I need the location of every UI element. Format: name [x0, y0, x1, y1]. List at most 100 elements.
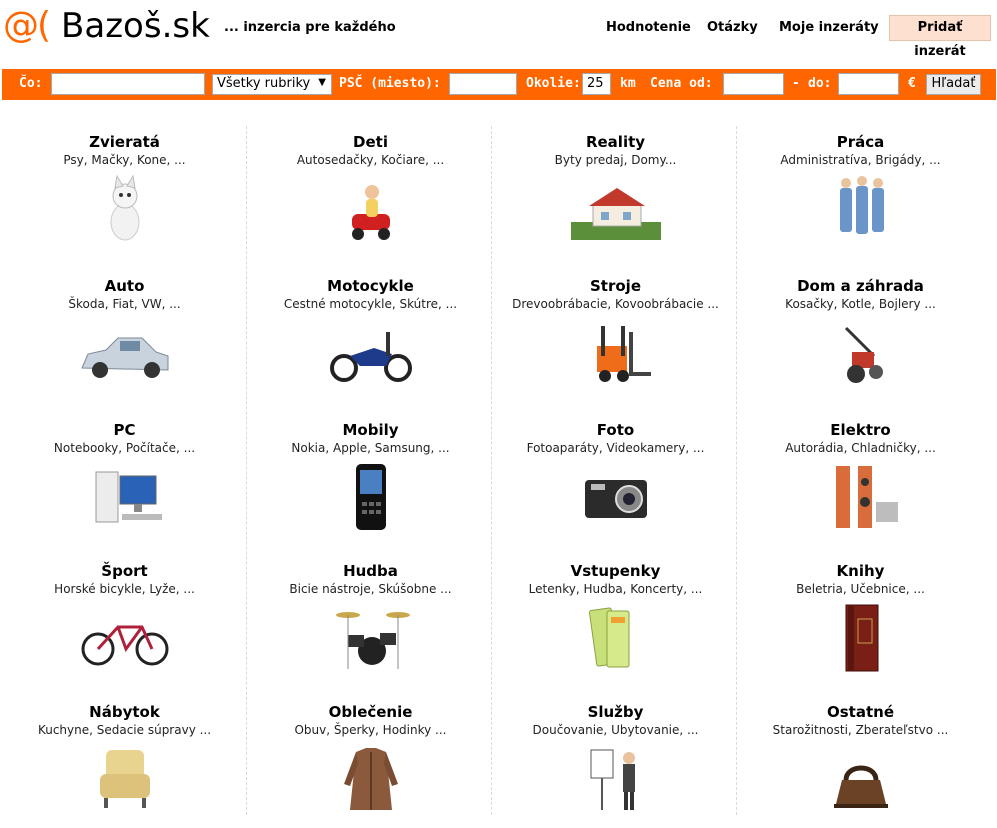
tiller-icon[interactable]	[816, 318, 906, 390]
drums-icon[interactable]	[326, 603, 416, 675]
category-title[interactable]: Oblečenie	[248, 702, 493, 722]
category-title[interactable]: Deti	[248, 132, 493, 152]
logo-mark: @(	[3, 5, 51, 46]
forklift-icon[interactable]	[571, 318, 661, 390]
category-title[interactable]: Motocykle	[248, 276, 493, 296]
category-title[interactable]: Ostatné	[738, 702, 983, 722]
computer-icon[interactable]	[80, 462, 170, 534]
tagline: ... inzercia pre každého	[224, 20, 396, 35]
category-mobily[interactable]: Mobily Nokia, Apple, Samsung, ...	[248, 406, 493, 546]
category-sluzby[interactable]: Služby Doučovanie, Ubytovanie, ...	[493, 688, 738, 828]
category-hudba[interactable]: Hudba Bicie nástroje, Skúšobne ...	[248, 547, 493, 687]
search-button[interactable]: Hľadať	[926, 74, 981, 95]
category-praca[interactable]: Práca Administratíva, Brigády, ...	[738, 118, 983, 258]
search-bar: Čo: Všetky rubriky ▼ PSČ (miesto): Okoli…	[2, 69, 996, 100]
category-title[interactable]: Hudba	[248, 561, 493, 581]
category-foto[interactable]: Foto Fotoaparáty, Videokamery, ...	[493, 406, 738, 546]
category-title[interactable]: Šport	[2, 561, 247, 581]
book-icon[interactable]	[816, 603, 906, 675]
add-listing-button[interactable]: Pridať inzerát	[889, 15, 991, 59]
logo-text: Bazoš.sk	[61, 6, 210, 46]
category-title[interactable]: Elektro	[738, 420, 983, 440]
category-title[interactable]: Auto	[2, 276, 247, 296]
presenter-icon[interactable]	[571, 744, 661, 816]
house-icon[interactable]	[570, 174, 661, 246]
nav-hodnotenie[interactable]: Hodnotenie	[606, 20, 691, 35]
category-pc[interactable]: PC Notebooky, Počítače, ...	[2, 406, 247, 546]
category-subtitle: Autorádia, Chladničky, ...	[785, 441, 936, 455]
category-subtitle: Autosedačky, Kočiare, ...	[296, 153, 445, 167]
category-title[interactable]: Vstupenky	[493, 561, 738, 581]
category-title[interactable]: Foto	[493, 420, 738, 440]
category-reality[interactable]: Reality Byty predaj, Domy...	[493, 118, 738, 258]
category-dom-a-zahrada[interactable]: Dom a záhrada Kosačky, Kotle, Bojlery ..…	[738, 262, 983, 402]
category-subtitle: Nokia, Apple, Samsung, ...	[291, 441, 450, 455]
car-icon[interactable]	[80, 318, 170, 390]
category-title[interactable]: Služby	[493, 702, 738, 722]
category-title[interactable]: Reality	[493, 132, 738, 152]
category-subtitle: Administratíva, Brigády, ...	[780, 153, 941, 167]
radius-label: Okolie:	[526, 76, 581, 91]
category-knihy[interactable]: Knihy Beletria, Učebnice, ...	[738, 547, 983, 687]
nav-moje-inzeraty[interactable]: Moje inzeráty	[779, 20, 879, 35]
category-motocykle[interactable]: Motocykle Cestné motocykle, Skútre, ...	[248, 262, 493, 402]
header: @( Bazoš.sk ... inzercia pre každého Hod…	[0, 0, 997, 60]
category-auto[interactable]: Auto Škoda, Fiat, VW, ...	[2, 262, 247, 402]
price-to-input[interactable]	[838, 73, 899, 95]
category-title[interactable]: Zvieratá	[2, 132, 247, 152]
camera-icon[interactable]	[571, 462, 661, 534]
category-title[interactable]: Mobily	[248, 420, 493, 440]
category-subtitle: Beletria, Učebnice, ...	[796, 582, 925, 596]
cat-icon[interactable]	[80, 174, 170, 246]
tickets-icon[interactable]	[571, 603, 661, 675]
search-what-input[interactable]	[51, 73, 205, 95]
bicycle-icon[interactable]	[80, 603, 170, 675]
chevron-down-icon: ▼	[318, 77, 326, 88]
category-subtitle: Notebooky, Počítače, ...	[53, 441, 196, 455]
category-grid: Zvieratá Psy, Mačky, Kone, ... Deti Auto…	[0, 118, 997, 815]
category-subtitle: Fotoaparáty, Videokamery, ...	[526, 441, 705, 455]
category-subtitle: Horské bicykle, Lyže, ...	[54, 582, 195, 596]
logo[interactable]: @( Bazoš.sk	[3, 5, 210, 47]
antique-iron-icon[interactable]	[816, 744, 906, 816]
category-title[interactable]: Dom a záhrada	[738, 276, 983, 296]
category-title[interactable]: Nábytok	[2, 702, 247, 722]
category-nabytok[interactable]: Nábytok Kuchyne, Sedacie súpravy ...	[2, 688, 247, 828]
category-subtitle: Škoda, Fiat, VW, ...	[68, 297, 181, 311]
category-title[interactable]: PC	[2, 420, 247, 440]
nav-otazky[interactable]: Otázky	[707, 20, 758, 35]
category-title[interactable]: Stroje	[493, 276, 738, 296]
category-subtitle: Drevoobrábacie, Kovoobrábacie ...	[512, 297, 719, 311]
category-ostatne[interactable]: Ostatné Starožitnosti, Zberateľstvo ...	[738, 688, 983, 828]
category-subtitle: Doučovanie, Ubytovanie, ...	[532, 723, 699, 737]
category-deti[interactable]: Deti Autosedačky, Kočiare, ...	[248, 118, 493, 258]
category-subtitle: Kosačky, Kotle, Bojlery ...	[785, 297, 936, 311]
zip-input[interactable]	[449, 73, 517, 95]
category-stroje[interactable]: Stroje Drevoobrábacie, Kovoobrábacie ...	[493, 262, 738, 402]
category-select[interactable]: Všetky rubriky ▼	[212, 74, 332, 95]
category-elektro[interactable]: Elektro Autorádia, Chladničky, ...	[738, 406, 983, 546]
category-subtitle: Obuv, Šperky, Hodinky ...	[294, 723, 447, 737]
category-subtitle: Byty predaj, Domy...	[554, 153, 677, 167]
category-sport[interactable]: Šport Horské bicykle, Lyže, ...	[2, 547, 247, 687]
category-subtitle: Bicie nástroje, Skúšobne ...	[289, 582, 452, 596]
price-from-input[interactable]	[723, 73, 784, 95]
child-car-icon[interactable]	[326, 174, 416, 246]
category-select-value: Všetky rubriky	[217, 76, 311, 91]
category-vstupenky[interactable]: Vstupenky Letenky, Hudba, Koncerty, ...	[493, 547, 738, 687]
category-title[interactable]: Knihy	[738, 561, 983, 581]
coat-icon[interactable]	[326, 744, 416, 816]
motorcycle-icon[interactable]	[326, 318, 416, 390]
armchair-icon[interactable]	[80, 744, 170, 816]
category-subtitle: Cestné motocykle, Skútre, ...	[283, 297, 458, 311]
price-to-label: do:	[808, 76, 832, 91]
price-dash: -	[792, 76, 800, 91]
category-zvierata[interactable]: Zvieratá Psy, Mačky, Kone, ...	[2, 118, 247, 258]
category-oblecenie[interactable]: Oblečenie Obuv, Šperky, Hodinky ...	[248, 688, 493, 828]
category-subtitle: Letenky, Hudba, Koncerty, ...	[528, 582, 703, 596]
phone-icon[interactable]	[326, 462, 416, 534]
workers-icon[interactable]	[816, 174, 906, 246]
category-title[interactable]: Práca	[738, 132, 983, 152]
speakers-icon[interactable]	[816, 462, 906, 534]
radius-input[interactable]: 25	[582, 73, 611, 95]
